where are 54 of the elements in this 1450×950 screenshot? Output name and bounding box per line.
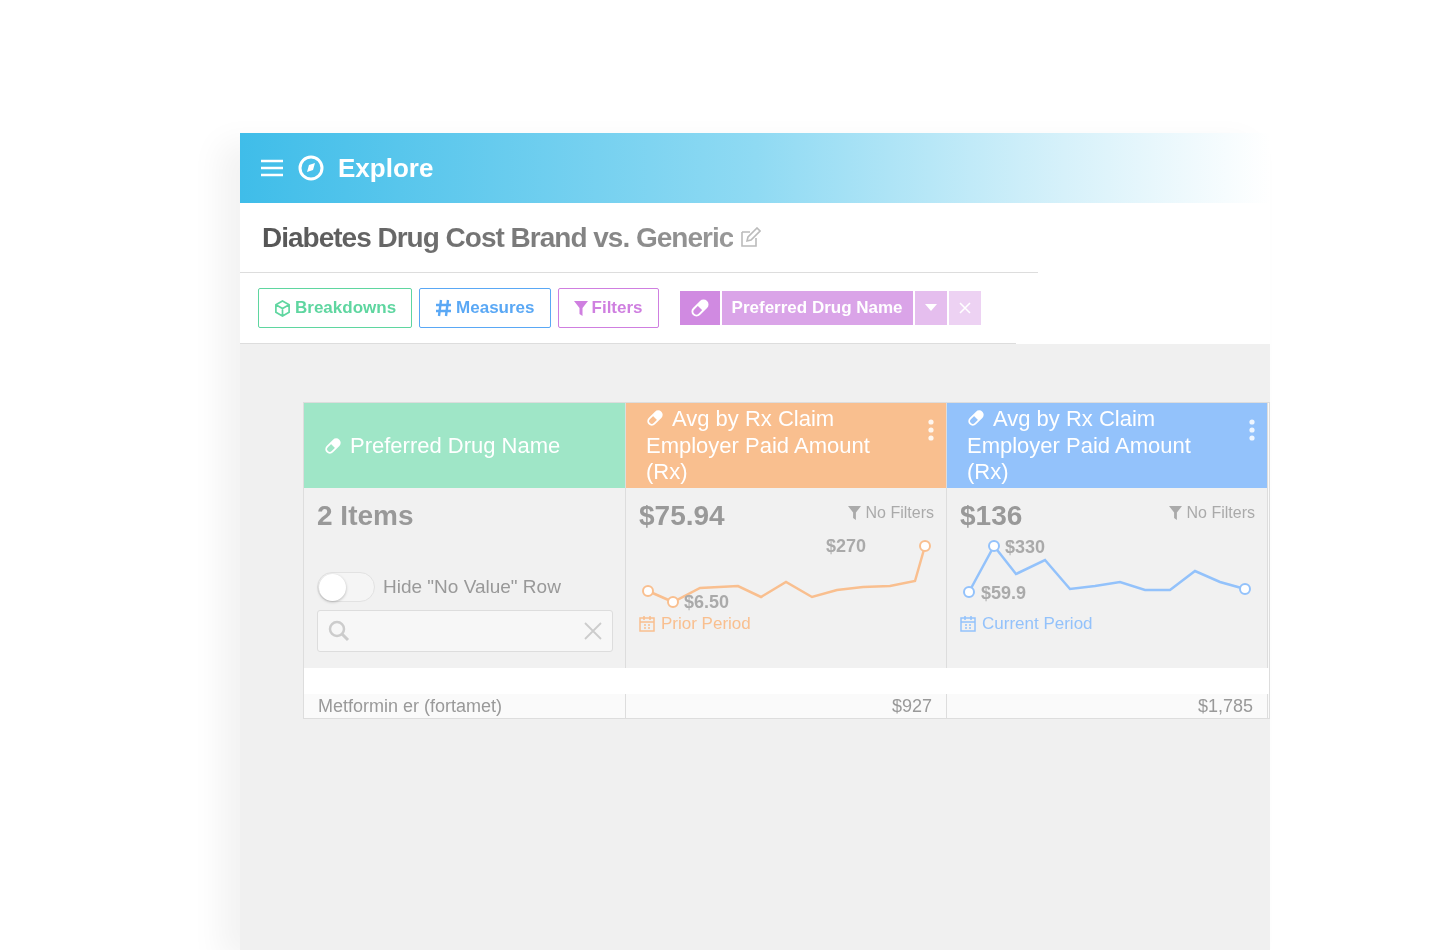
data-point — [642, 585, 654, 597]
cube-icon — [274, 299, 291, 317]
filter-icon — [573, 300, 588, 316]
data-point — [963, 586, 975, 598]
item-count: 2 Items — [317, 500, 415, 532]
max-label: $330 — [1005, 537, 1046, 557]
data-point — [667, 596, 679, 608]
measure-value: $136 — [960, 500, 1023, 532]
menu-icon[interactable] — [260, 158, 284, 178]
filter-icon — [847, 506, 861, 520]
capsule-icon — [646, 409, 664, 427]
period-label: Current Period — [982, 614, 1093, 634]
min-label: $59.9 — [981, 583, 1027, 603]
measures-button[interactable]: Measures — [419, 288, 551, 328]
remove-button[interactable] — [948, 291, 981, 325]
table-cell: $1,785 — [947, 694, 1268, 718]
filters-button[interactable]: Filters — [557, 288, 659, 328]
column-title: Preferred Drug Name — [350, 432, 562, 459]
edit-icon[interactable] — [739, 226, 762, 249]
data-point — [988, 540, 1000, 552]
toggle-switch[interactable] — [317, 572, 375, 602]
compass-icon — [298, 155, 324, 181]
table-cell: Metformin er (fortamet) — [304, 694, 626, 718]
filter-icon — [1168, 506, 1182, 520]
toggle-label: Hide "No Value" Row — [383, 576, 561, 598]
table-cell: $927 — [626, 694, 947, 718]
calendar-icon — [639, 616, 655, 632]
max-label: $270 — [825, 536, 866, 556]
capsule-icon — [689, 298, 710, 318]
search-field[interactable] — [317, 610, 613, 652]
chip-label-button[interactable]: Preferred Drug Name — [721, 291, 913, 325]
measure-value: $75.94 — [639, 500, 725, 532]
column-title: Avg by Rx Claim Employer Paid Amount (Rx) — [967, 406, 1192, 485]
capsule-icon — [324, 436, 342, 455]
data-point — [919, 540, 931, 552]
app-title: Explore — [338, 152, 434, 184]
more-icon[interactable] — [928, 419, 934, 441]
column-title: Avg by Rx Claim Employer Paid Amount (Rx) — [646, 406, 871, 485]
close-icon — [958, 302, 971, 314]
min-label: $6.50 — [684, 592, 730, 612]
caret-icon — [924, 304, 937, 312]
data-point — [1239, 583, 1251, 595]
capsule-chip-button[interactable] — [679, 291, 720, 325]
more-icon[interactable] — [1249, 419, 1255, 441]
clear-icon[interactable] — [584, 622, 602, 640]
breakdowns-button[interactable]: Breakdowns — [258, 288, 413, 328]
filter-status: No Filters — [865, 504, 934, 522]
search-icon — [328, 620, 350, 642]
capsule-icon — [967, 409, 985, 427]
filter-status: No Filters — [1186, 504, 1255, 522]
hash-icon — [435, 299, 453, 317]
calendar-icon — [960, 616, 976, 632]
period-label: Prior Period — [661, 614, 751, 634]
dropdown-button[interactable] — [914, 291, 947, 325]
